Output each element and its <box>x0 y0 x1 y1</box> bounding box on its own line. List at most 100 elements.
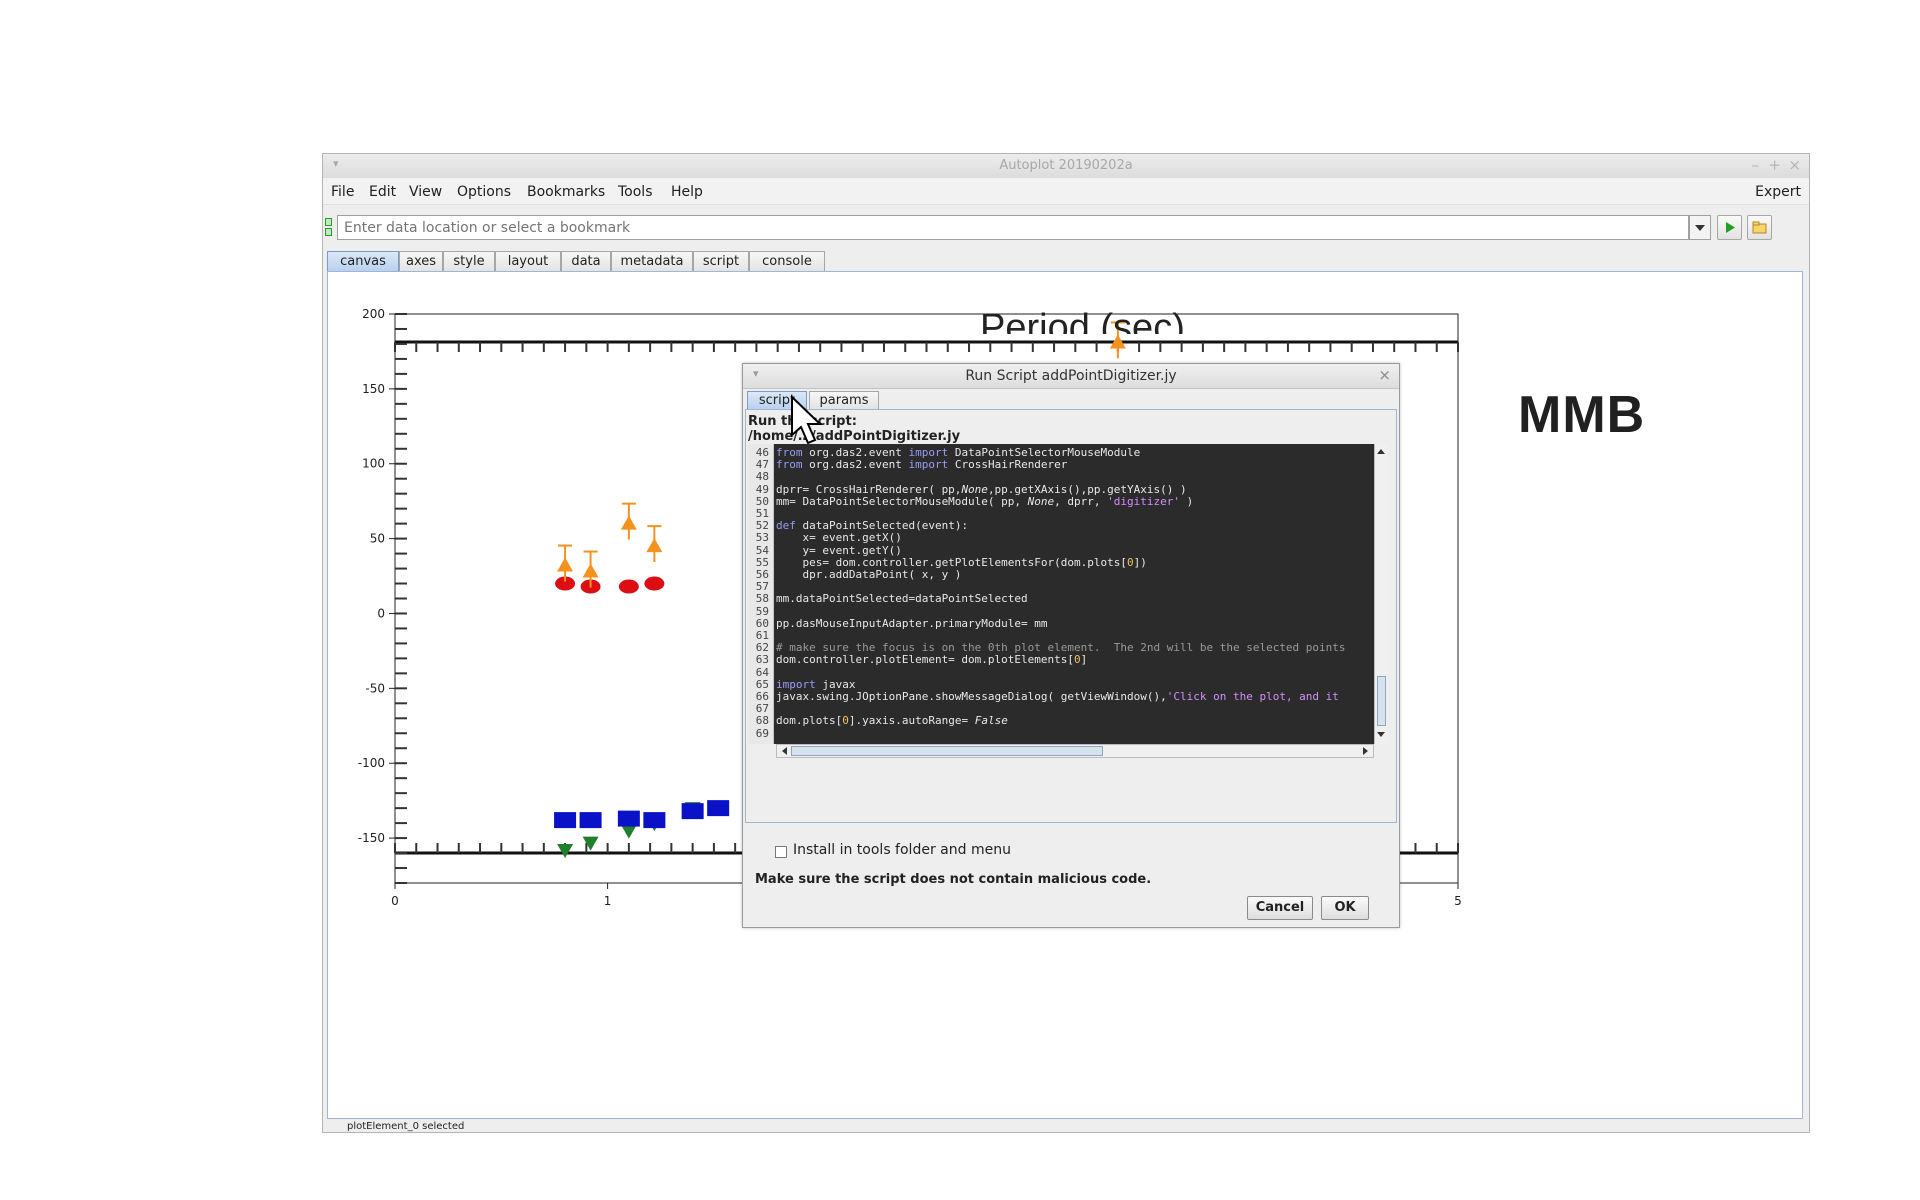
dialog-title: Run Script addPointDigitizer.jy <box>965 368 1177 384</box>
data-point-orange <box>646 538 663 553</box>
code-line[interactable]: x= event.getX() <box>776 531 901 544</box>
y-tick-label: 200 <box>362 307 385 321</box>
window-title: Autoplot 20190202a <box>999 158 1133 173</box>
menu-options[interactable]: Options <box>457 184 511 200</box>
y-tick-label: -100 <box>358 756 385 770</box>
data-point-green <box>620 824 637 839</box>
tab-layout[interactable]: layout <box>495 251 561 271</box>
line-number: 60 <box>755 616 769 630</box>
x-tick-label: 5 <box>1454 894 1462 908</box>
data-point-orange <box>620 515 637 530</box>
data-point-orange <box>557 557 574 572</box>
code-line[interactable]: pp.dasMouseInputAdapter.primaryModule= m… <box>776 617 1048 630</box>
scroll-down-icon[interactable] <box>1375 730 1387 740</box>
x-tick-label: 1 <box>604 894 612 908</box>
menu-edit[interactable]: Edit <box>369 184 396 200</box>
data-location-input[interactable] <box>337 215 1689 240</box>
dialog-titlebar[interactable]: ▾ Run Script addPointDigitizer.jy × <box>743 364 1399 389</box>
dialog-close-icon[interactable]: × <box>1378 366 1391 384</box>
install-tools-label[interactable]: Install in tools folder and menu <box>793 842 1011 858</box>
line-number: 50 <box>755 494 769 508</box>
data-point-blue <box>681 803 704 820</box>
line-number: 53 <box>755 531 769 545</box>
tab-axes[interactable]: axes <box>399 251 443 271</box>
code-line[interactable]: dprr= CrossHairRenderer( pp,None,pp.getX… <box>776 483 1187 496</box>
code-line[interactable]: mm= DataPointSelectorMouseModule( pp, No… <box>776 495 1193 508</box>
tab-console[interactable]: console <box>749 251 825 271</box>
run-script-dialog: ▾ Run Script addPointDigitizer.jy × scri… <box>742 363 1400 928</box>
horizontal-scrollbar[interactable] <box>776 744 1374 758</box>
code-line[interactable]: from org.das2.event import DataPointSele… <box>776 446 1140 459</box>
menu-bookmarks[interactable]: Bookmarks <box>527 184 605 200</box>
plot-go-button[interactable] <box>1717 215 1742 240</box>
browse-folder-button[interactable] <box>1747 215 1772 240</box>
code-line[interactable]: mm.dataPointSelected=dataPointSelected <box>776 592 1028 605</box>
x-tick-label: 0 <box>391 894 399 908</box>
bookmark-dropdown-button[interactable] <box>1689 215 1711 240</box>
tab-style[interactable]: style <box>443 251 495 271</box>
cancel-button[interactable]: Cancel <box>1247 896 1313 920</box>
window-titlebar[interactable]: ▾ Autoplot 20190202a – + × <box>323 154 1809 179</box>
line-number: 68 <box>755 714 769 728</box>
play-icon <box>1726 222 1735 233</box>
line-number: 61 <box>755 629 769 642</box>
ok-button[interactable]: OK <box>1321 896 1369 920</box>
scroll-right-icon[interactable] <box>1361 745 1371 757</box>
tab-data[interactable]: data <box>561 251 611 271</box>
data-point-red <box>618 579 639 594</box>
code-line[interactable]: pes= dom.controller.getPlotElementsFor(d… <box>776 556 1146 569</box>
line-number: 54 <box>755 543 769 557</box>
script-code-area[interactable]: from org.das2.event import DataPointSele… <box>776 444 1364 744</box>
menu-file[interactable]: File <box>331 184 354 200</box>
vertical-scrollbar[interactable] <box>1374 444 1388 744</box>
code-line[interactable]: javax.swing.JOptionPane.showMessageDialo… <box>776 690 1339 703</box>
menu-view[interactable]: View <box>409 184 442 200</box>
line-number: 49 <box>755 482 769 496</box>
code-line[interactable]: dpr.addDataPoint( x, y ) <box>776 568 961 581</box>
tab-script[interactable]: script <box>693 251 749 271</box>
code-line[interactable]: from org.das2.event import CrossHairRend… <box>776 458 1067 471</box>
data-set-selector-icon[interactable] <box>325 218 332 238</box>
data-point-red <box>644 576 665 591</box>
plot-title-fragment: Period (sec) <box>980 307 1185 334</box>
malicious-code-warning: Make sure the script does not contain ma… <box>755 872 1152 887</box>
script-editor[interactable]: 46 47 48 49 50 51 52 53 54 55 56 57 58 59 60 61 62 63 64 65… <box>748 444 1388 758</box>
run-script-label-line1: Run the script: <box>748 414 857 429</box>
tab-metadata[interactable]: metadata <box>611 251 693 271</box>
horizontal-scroll-thumb[interactable] <box>791 746 1103 756</box>
run-script-path: /home/…/addPointDigitizer.jy <box>748 429 961 444</box>
menu-tools[interactable]: Tools <box>618 184 653 200</box>
line-number: 52 <box>755 519 769 533</box>
maximize-icon[interactable]: + <box>1768 156 1781 174</box>
install-tools-checkbox[interactable] <box>775 846 787 858</box>
menu-help[interactable]: Help <box>671 184 703 200</box>
data-point-orange <box>582 563 599 578</box>
tab-canvas[interactable]: canvas <box>327 251 399 271</box>
data-point-green <box>582 836 599 851</box>
y-tick-label: 50 <box>370 532 385 546</box>
line-number: 67 <box>755 702 769 716</box>
code-line[interactable]: def dataPointSelected(event): <box>776 519 968 532</box>
scroll-left-icon[interactable] <box>779 745 789 757</box>
code-line[interactable]: # make sure the focus is on the 0th plot… <box>776 641 1346 654</box>
data-point-blue <box>554 812 577 829</box>
minimize-icon[interactable]: – <box>1752 156 1760 174</box>
line-number: 51 <box>755 507 769 520</box>
menubar: File Edit View Options Bookmarks Tools H… <box>323 178 1809 205</box>
scroll-up-icon[interactable] <box>1375 446 1387 456</box>
vertical-scroll-thumb[interactable] <box>1377 676 1386 726</box>
line-number: 57 <box>755 580 769 594</box>
data-location-row <box>323 212 1809 242</box>
code-line[interactable]: import javax <box>776 678 856 691</box>
code-line[interactable]: dom.controller.plotElement= dom.plotElem… <box>776 653 1087 666</box>
close-icon[interactable]: × <box>1788 156 1801 174</box>
code-line[interactable]: y= event.getY() <box>776 544 901 557</box>
line-number: 56 <box>755 568 769 581</box>
expert-menu[interactable]: Expert <box>1755 184 1801 200</box>
line-number: 46 <box>755 446 769 459</box>
line-number: 48 <box>755 470 769 484</box>
code-line[interactable]: dom.plots[0].yaxis.autoRange= False <box>776 714 1008 727</box>
folder-icon <box>1752 221 1767 234</box>
data-point-blue <box>643 812 666 829</box>
line-number-gutter: 46 47 48 49 50 51 52 53 54 55 56 57 58 59 60 61 62 63 64 65… <box>748 444 774 744</box>
